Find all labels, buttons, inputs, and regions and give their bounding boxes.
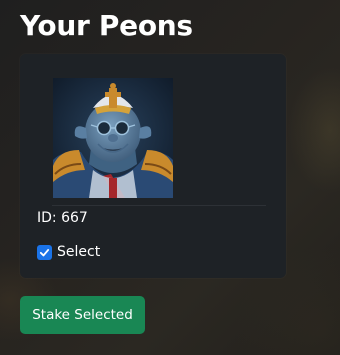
checkmark-icon <box>39 248 50 256</box>
peon-image-frame <box>52 78 266 206</box>
stake-selected-button[interactable]: Stake Selected <box>20 296 145 334</box>
peon-id-label: ID: 667 <box>37 210 88 226</box>
peon-select-checkbox[interactable] <box>37 244 52 260</box>
peon-portrait-image <box>53 78 173 198</box>
peon-card: ID: 667 Select <box>20 54 286 278</box>
peon-select-checkbox-row[interactable]: Select <box>37 243 100 261</box>
page-title: Your Peons <box>20 9 193 42</box>
peon-select-label: Select <box>57 244 101 260</box>
